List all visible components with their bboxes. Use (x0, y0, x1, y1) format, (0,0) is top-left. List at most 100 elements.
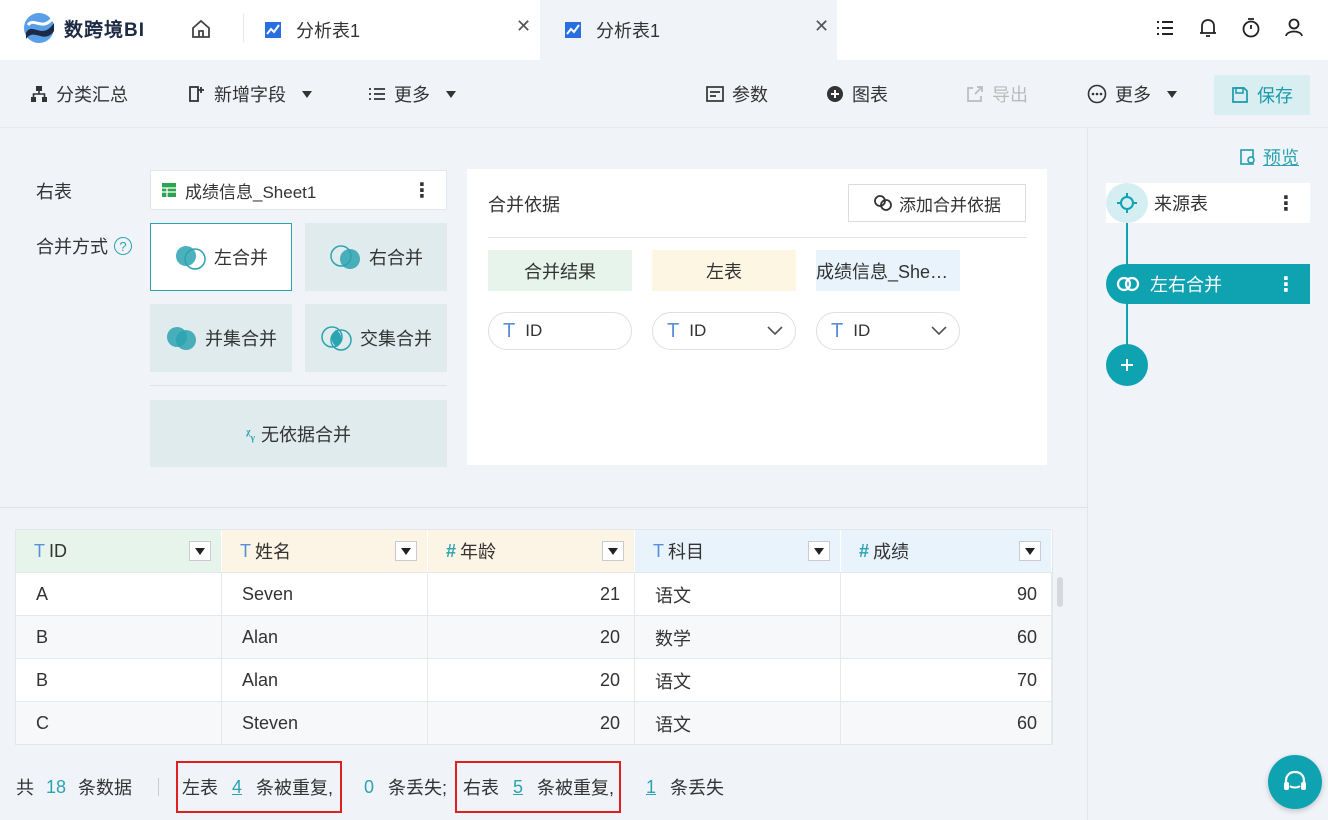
list-icon[interactable] (1154, 14, 1176, 42)
right-merge-button[interactable]: 右合并 (305, 223, 447, 291)
column-header-id[interactable]: T ID (16, 530, 222, 572)
save-button[interactable]: 保存 (1214, 75, 1310, 115)
left-merge-button[interactable]: 左合并 (150, 223, 292, 291)
number-type-icon: # (446, 540, 457, 561)
no-basis-merge-label: 无依据合并 (261, 424, 352, 445)
no-basis-merge-button[interactable]: ᵡᵧ 无依据合并 (150, 400, 447, 467)
column-header-name[interactable]: T 姓名 (222, 530, 428, 572)
params-button[interactable]: 参数 (706, 60, 768, 128)
more-vertical-icon[interactable]: ⋮ (1276, 272, 1296, 297)
right-lost-link[interactable]: 1 (646, 777, 656, 798)
table-row: C Steven 20 语文 60 (16, 701, 1052, 745)
app-logo[interactable]: 数跨境BI (22, 8, 145, 48)
right-merge-icon (330, 245, 360, 269)
left-table-header: 左表 (652, 250, 796, 291)
timer-icon[interactable] (1240, 14, 1262, 42)
cell-age: 21 (428, 573, 635, 616)
basis-divider (488, 237, 1027, 238)
preview-icon (1240, 149, 1255, 165)
chevron-down-icon (931, 326, 947, 336)
support-chat-button[interactable] (1268, 755, 1322, 809)
user-icon[interactable] (1283, 14, 1305, 42)
export-button[interactable]: 导出 (966, 60, 1028, 128)
more-left-button[interactable]: 更多 (368, 60, 456, 128)
home-icon[interactable] (188, 16, 214, 42)
left-field-select[interactable]: T ID (652, 312, 796, 350)
plus-circle-icon (827, 86, 843, 102)
toolbar: 分类汇总 新增字段 更多 参数 图表 导出 更多 保存 (0, 60, 1328, 168)
bell-icon[interactable] (1197, 14, 1219, 42)
left-lost-stat: 0 条丢失; (350, 770, 447, 804)
hierarchy-icon (31, 86, 47, 102)
add-basis-button[interactable]: 添加合并依据 (848, 184, 1026, 222)
add-step-button[interactable] (1106, 344, 1148, 386)
text-type-icon: T (831, 319, 844, 342)
text-type-icon: T (667, 319, 680, 342)
intersect-merge-button[interactable]: 交集合并 (305, 304, 447, 372)
close-icon[interactable]: ✕ (516, 16, 531, 37)
save-label: 保存 (1257, 86, 1293, 106)
column-header-score[interactable]: # 成绩 (841, 530, 1052, 572)
caret-down-icon (401, 547, 411, 555)
lost-suffix: 条丢失; (388, 778, 448, 798)
union-merge-icon (167, 327, 196, 350)
headset-icon (1284, 770, 1306, 790)
union-merge-label: 并集合并 (205, 329, 277, 349)
right-merge-label: 右合并 (369, 248, 423, 268)
right-table-select[interactable]: 成绩信息_Sheet1 ⋮ (150, 170, 447, 210)
column-name: ID (49, 540, 67, 561)
add-field-label: 新增字段 (214, 85, 286, 105)
column-dropdown[interactable] (1019, 541, 1041, 561)
export-label: 导出 (992, 85, 1028, 105)
flow-connector (1126, 222, 1128, 266)
left-label: 左表 (182, 778, 218, 798)
more-circle-icon (1087, 84, 1107, 104)
column-dropdown[interactable] (808, 541, 830, 561)
left-dup-link[interactable]: 4 (232, 777, 242, 798)
column-name: 姓名 (255, 542, 291, 562)
tab-label: 分析表1 (596, 21, 661, 41)
more-vertical-icon[interactable]: ⋮ (412, 178, 432, 203)
source-table-label: 来源表 (1154, 194, 1208, 214)
chart-button[interactable]: 图表 (826, 60, 888, 128)
right-table-header: 成绩信息_She… (816, 250, 960, 291)
source-table-node[interactable]: 来源表 ⋮ (1106, 183, 1310, 223)
cell-id: B (16, 616, 222, 659)
more-vertical-icon[interactable]: ⋮ (1276, 191, 1296, 216)
right-dup-stat: 右表 5 条被重复, (455, 761, 621, 813)
tab-analysis-2[interactable]: 分析表1 ✕ (540, 0, 837, 60)
chevron-down-icon (1167, 90, 1177, 98)
merge-node[interactable]: 左右合并 ⋮ (1106, 264, 1310, 304)
right-table-label: 右表 (36, 182, 72, 202)
right-label: 右表 (463, 778, 499, 798)
group-summary-button[interactable]: 分类汇总 (30, 60, 128, 128)
column-dropdown[interactable] (395, 541, 417, 561)
cell-score: 60 (841, 616, 1052, 659)
flow-pane (1087, 128, 1328, 820)
add-field-button[interactable]: 新增字段 (188, 60, 312, 128)
table-scrollbar[interactable] (1057, 577, 1063, 607)
help-icon[interactable]: ? (114, 237, 132, 255)
column-name: 科目 (668, 542, 704, 562)
column-dropdown[interactable] (602, 541, 624, 561)
column-header-age[interactable]: # 年龄 (428, 530, 635, 572)
more-right-button[interactable]: 更多 (1087, 60, 1177, 128)
close-icon[interactable]: ✕ (814, 16, 829, 37)
section-divider (0, 507, 1087, 508)
union-merge-button[interactable]: 并集合并 (150, 304, 292, 372)
data-table: T ID T 姓名 # 年龄 T 科目 # 成绩 A Seven 21 语文 90 B A… (15, 529, 1053, 745)
text-type-icon: T (503, 319, 516, 342)
cell-subject: 语文 (635, 573, 841, 616)
left-lost-count: 0 (364, 776, 375, 797)
right-field-select[interactable]: T ID (816, 312, 960, 350)
cell-name: Steven (222, 702, 428, 745)
preview-link[interactable]: 预览 (1239, 144, 1299, 170)
tab-analysis-1[interactable]: 分析表1 ✕ (264, 0, 540, 60)
left-dup-stat: 左表 4 条被重复, (176, 761, 342, 813)
right-dup-link[interactable]: 5 (513, 777, 523, 798)
column-dropdown[interactable] (189, 541, 211, 561)
merge-mode-label: 合并方式 (36, 237, 108, 257)
total-prefix: 共 (16, 778, 34, 798)
column-header-subject[interactable]: T 科目 (635, 530, 841, 572)
merge-mode-label-row: 合并方式 ? (36, 233, 132, 259)
